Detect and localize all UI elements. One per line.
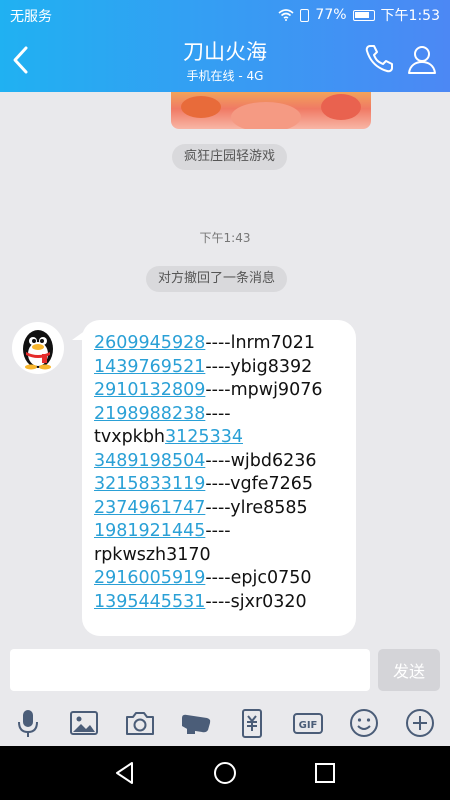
- qq-number-link[interactable]: 1395445531: [94, 592, 205, 612]
- emoji-icon[interactable]: [347, 706, 381, 740]
- system-nav-bar: [0, 746, 450, 800]
- message-line: 2910132809----mpwj9076: [94, 380, 323, 400]
- message-input[interactable]: [10, 649, 370, 691]
- chat-header: 刀山火海 手机在线 - 4G: [0, 28, 450, 92]
- qq-number-link[interactable]: 2609945928: [94, 333, 205, 353]
- avatar[interactable]: [12, 322, 64, 374]
- message-line: 2198988238----: [94, 403, 231, 424]
- qq-number-link[interactable]: 3125334: [165, 427, 243, 447]
- wallet-icon[interactable]: [235, 706, 269, 740]
- penguin-avatar-icon: [23, 330, 53, 370]
- sim-icon: [300, 8, 310, 22]
- message-line: 3215833119----vgfe7265: [94, 474, 314, 494]
- message-timestamp: 下午1:43: [199, 231, 251, 245]
- plus-icon[interactable]: [403, 706, 437, 740]
- qq-number-link[interactable]: 2910132809: [94, 380, 205, 400]
- microphone-icon[interactable]: [11, 706, 45, 740]
- battery-icon: [352, 9, 375, 21]
- wifi-icon: [278, 9, 294, 21]
- carrier-text: 无服务: [10, 9, 52, 25]
- qq-number-link[interactable]: 3489198504: [94, 451, 205, 471]
- recall-notice: 对方撤回了一条消息: [146, 266, 288, 292]
- camera-icon[interactable]: [123, 706, 157, 740]
- phone-icon[interactable]: [362, 42, 396, 76]
- clock: 下午1:53: [380, 8, 440, 24]
- message-line: 1981921445----: [94, 521, 231, 541]
- message-line: 3489198504----wjbd6236: [94, 450, 317, 471]
- qq-number-link[interactable]: 2198988238: [94, 404, 205, 424]
- game-card-image[interactable]: [171, 92, 371, 129]
- profile-icon[interactable]: [405, 42, 439, 76]
- message-bubble[interactable]: 2609945928----lnrm7021 1439769521----ybi…: [72, 320, 356, 636]
- input-toolbar: GIF: [0, 700, 450, 746]
- svg-text:GIF: GIF: [299, 720, 318, 731]
- chat-area[interactable]: 疯狂庄园轻游戏 下午1:43 对方撤回了一条消息 2609945928----l…: [0, 92, 450, 642]
- message-line: 2609945928----lnrm7021: [94, 333, 316, 353]
- game-label[interactable]: 疯狂庄园轻游戏: [172, 144, 288, 170]
- recent-apps-icon[interactable]: [312, 760, 338, 786]
- image-icon[interactable]: [67, 706, 101, 740]
- input-row: 发送: [0, 645, 450, 697]
- qq-number-link[interactable]: 1981921445: [94, 521, 205, 541]
- message-line: 2916005919----epjc0750: [94, 568, 312, 588]
- message-line: tvxpkbh3125334: [94, 427, 243, 447]
- qq-number-link[interactable]: 2916005919: [94, 568, 205, 588]
- message-line: 1439769521----ybig8392: [94, 356, 313, 377]
- battery-percent: 77%: [315, 7, 347, 23]
- status-bar: 无服务 77% 下午1:53: [0, 0, 450, 28]
- qq-number-link[interactable]: 2374961747: [94, 498, 205, 518]
- home-circle-icon[interactable]: [212, 760, 238, 786]
- qq-number-link[interactable]: 1439769521: [94, 357, 205, 377]
- message-line: 1395445531----sjxr0320: [94, 591, 307, 612]
- message-line: rpkwszh3170: [94, 544, 211, 565]
- gif-icon[interactable]: GIF: [291, 706, 325, 740]
- red-packet-icon[interactable]: [179, 706, 213, 740]
- back-triangle-icon[interactable]: [112, 760, 138, 786]
- send-button[interactable]: 发送: [378, 649, 440, 691]
- qq-number-link[interactable]: 3215833119: [94, 474, 205, 494]
- status-icons: 77% 下午1:53: [278, 5, 440, 25]
- message-line: 2374961747----ylre8585: [94, 497, 308, 518]
